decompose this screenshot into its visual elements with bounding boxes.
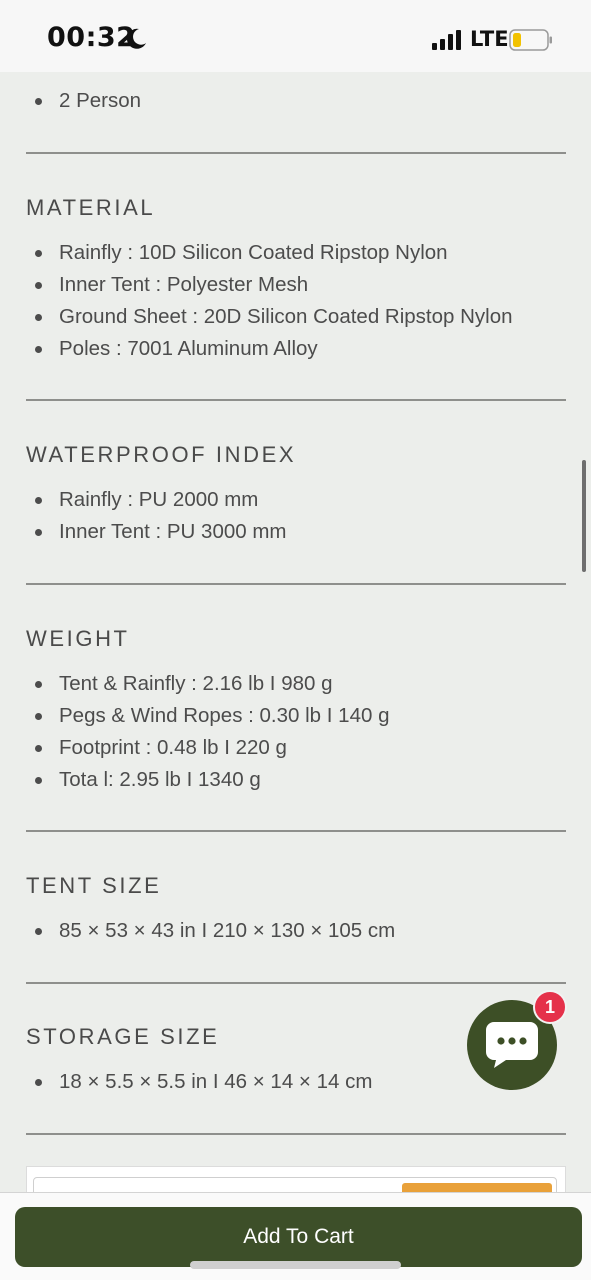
network-label: LTE xyxy=(470,27,509,51)
list-item: Rainfly : 10D Silicon Coated Ripstop Nyl… xyxy=(0,237,513,269)
status-bar: 00:32 LTE xyxy=(0,0,591,72)
list-item: 85 × 53 × 43 in I 210 × 130 × 105 cm xyxy=(0,915,395,947)
status-time: 00:32 xyxy=(47,22,136,53)
list-item: 18 × 5.5 × 5.5 in I 46 × 14 × 14 cm xyxy=(0,1066,372,1098)
material-list: Rainfly : 10D Silicon Coated Ripstop Nyl… xyxy=(0,237,513,365)
peek-card xyxy=(26,1166,566,1192)
divider xyxy=(26,399,566,401)
battery-icon xyxy=(509,29,552,51)
chat-notification-badge: 1 xyxy=(533,990,567,1024)
signal-icon xyxy=(432,30,461,50)
section-title-material: MATERIAL xyxy=(26,195,156,220)
divider xyxy=(26,1133,566,1135)
divider xyxy=(26,830,566,832)
home-indicator xyxy=(190,1261,401,1269)
list-item: Pegs & Wind Ropes : 0.30 lb I 140 g xyxy=(0,700,389,732)
list-item: Inner Tent : PU 3000 mm xyxy=(0,516,287,548)
storage-size-list: 18 × 5.5 × 5.5 in I 46 × 14 × 14 cm xyxy=(0,1066,372,1098)
divider xyxy=(26,982,566,984)
list-item: Inner Tent : Polyester Mesh xyxy=(0,269,513,301)
list-item: Footprint : 0.48 lb I 220 g xyxy=(0,732,389,764)
waterproof-list: Rainfly : PU 2000 mm Inner Tent : PU 300… xyxy=(0,484,287,548)
section-title-tent-size: TENT SIZE xyxy=(26,873,162,898)
section-title-storage-size: STORAGE SIZE xyxy=(26,1024,220,1049)
scrollbar-thumb[interactable] xyxy=(582,460,586,572)
divider xyxy=(26,583,566,585)
divider xyxy=(26,152,566,154)
weight-list: Tent & Rainfly : 2.16 lb I 980 g Pegs & … xyxy=(0,668,389,796)
add-to-cart-button[interactable]: Add To Cart xyxy=(15,1207,582,1267)
peek-badge xyxy=(402,1183,552,1192)
moon-icon xyxy=(126,28,146,49)
list-item: 2 Person xyxy=(0,85,141,117)
list-item: Poles : 7001 Aluminum Alloy xyxy=(0,333,513,365)
section-title-weight: WEIGHT xyxy=(26,626,130,651)
list-item: Ground Sheet : 20D Silicon Coated Ripsto… xyxy=(0,301,513,333)
section-title-waterproof: WATERPROOF INDEX xyxy=(26,442,297,467)
list-item: Rainfly : PU 2000 mm xyxy=(0,484,287,516)
capacity-list: 2 Person xyxy=(0,85,141,117)
tent-size-list: 85 × 53 × 43 in I 210 × 130 × 105 cm xyxy=(0,915,395,947)
list-item: Tent & Rainfly : 2.16 lb I 980 g xyxy=(0,668,389,700)
chat-bubble-icon xyxy=(486,1022,538,1068)
bottom-bar: Add To Cart xyxy=(0,1192,591,1280)
list-item: Tota l: 2.95 lb I 1340 g xyxy=(0,764,389,796)
